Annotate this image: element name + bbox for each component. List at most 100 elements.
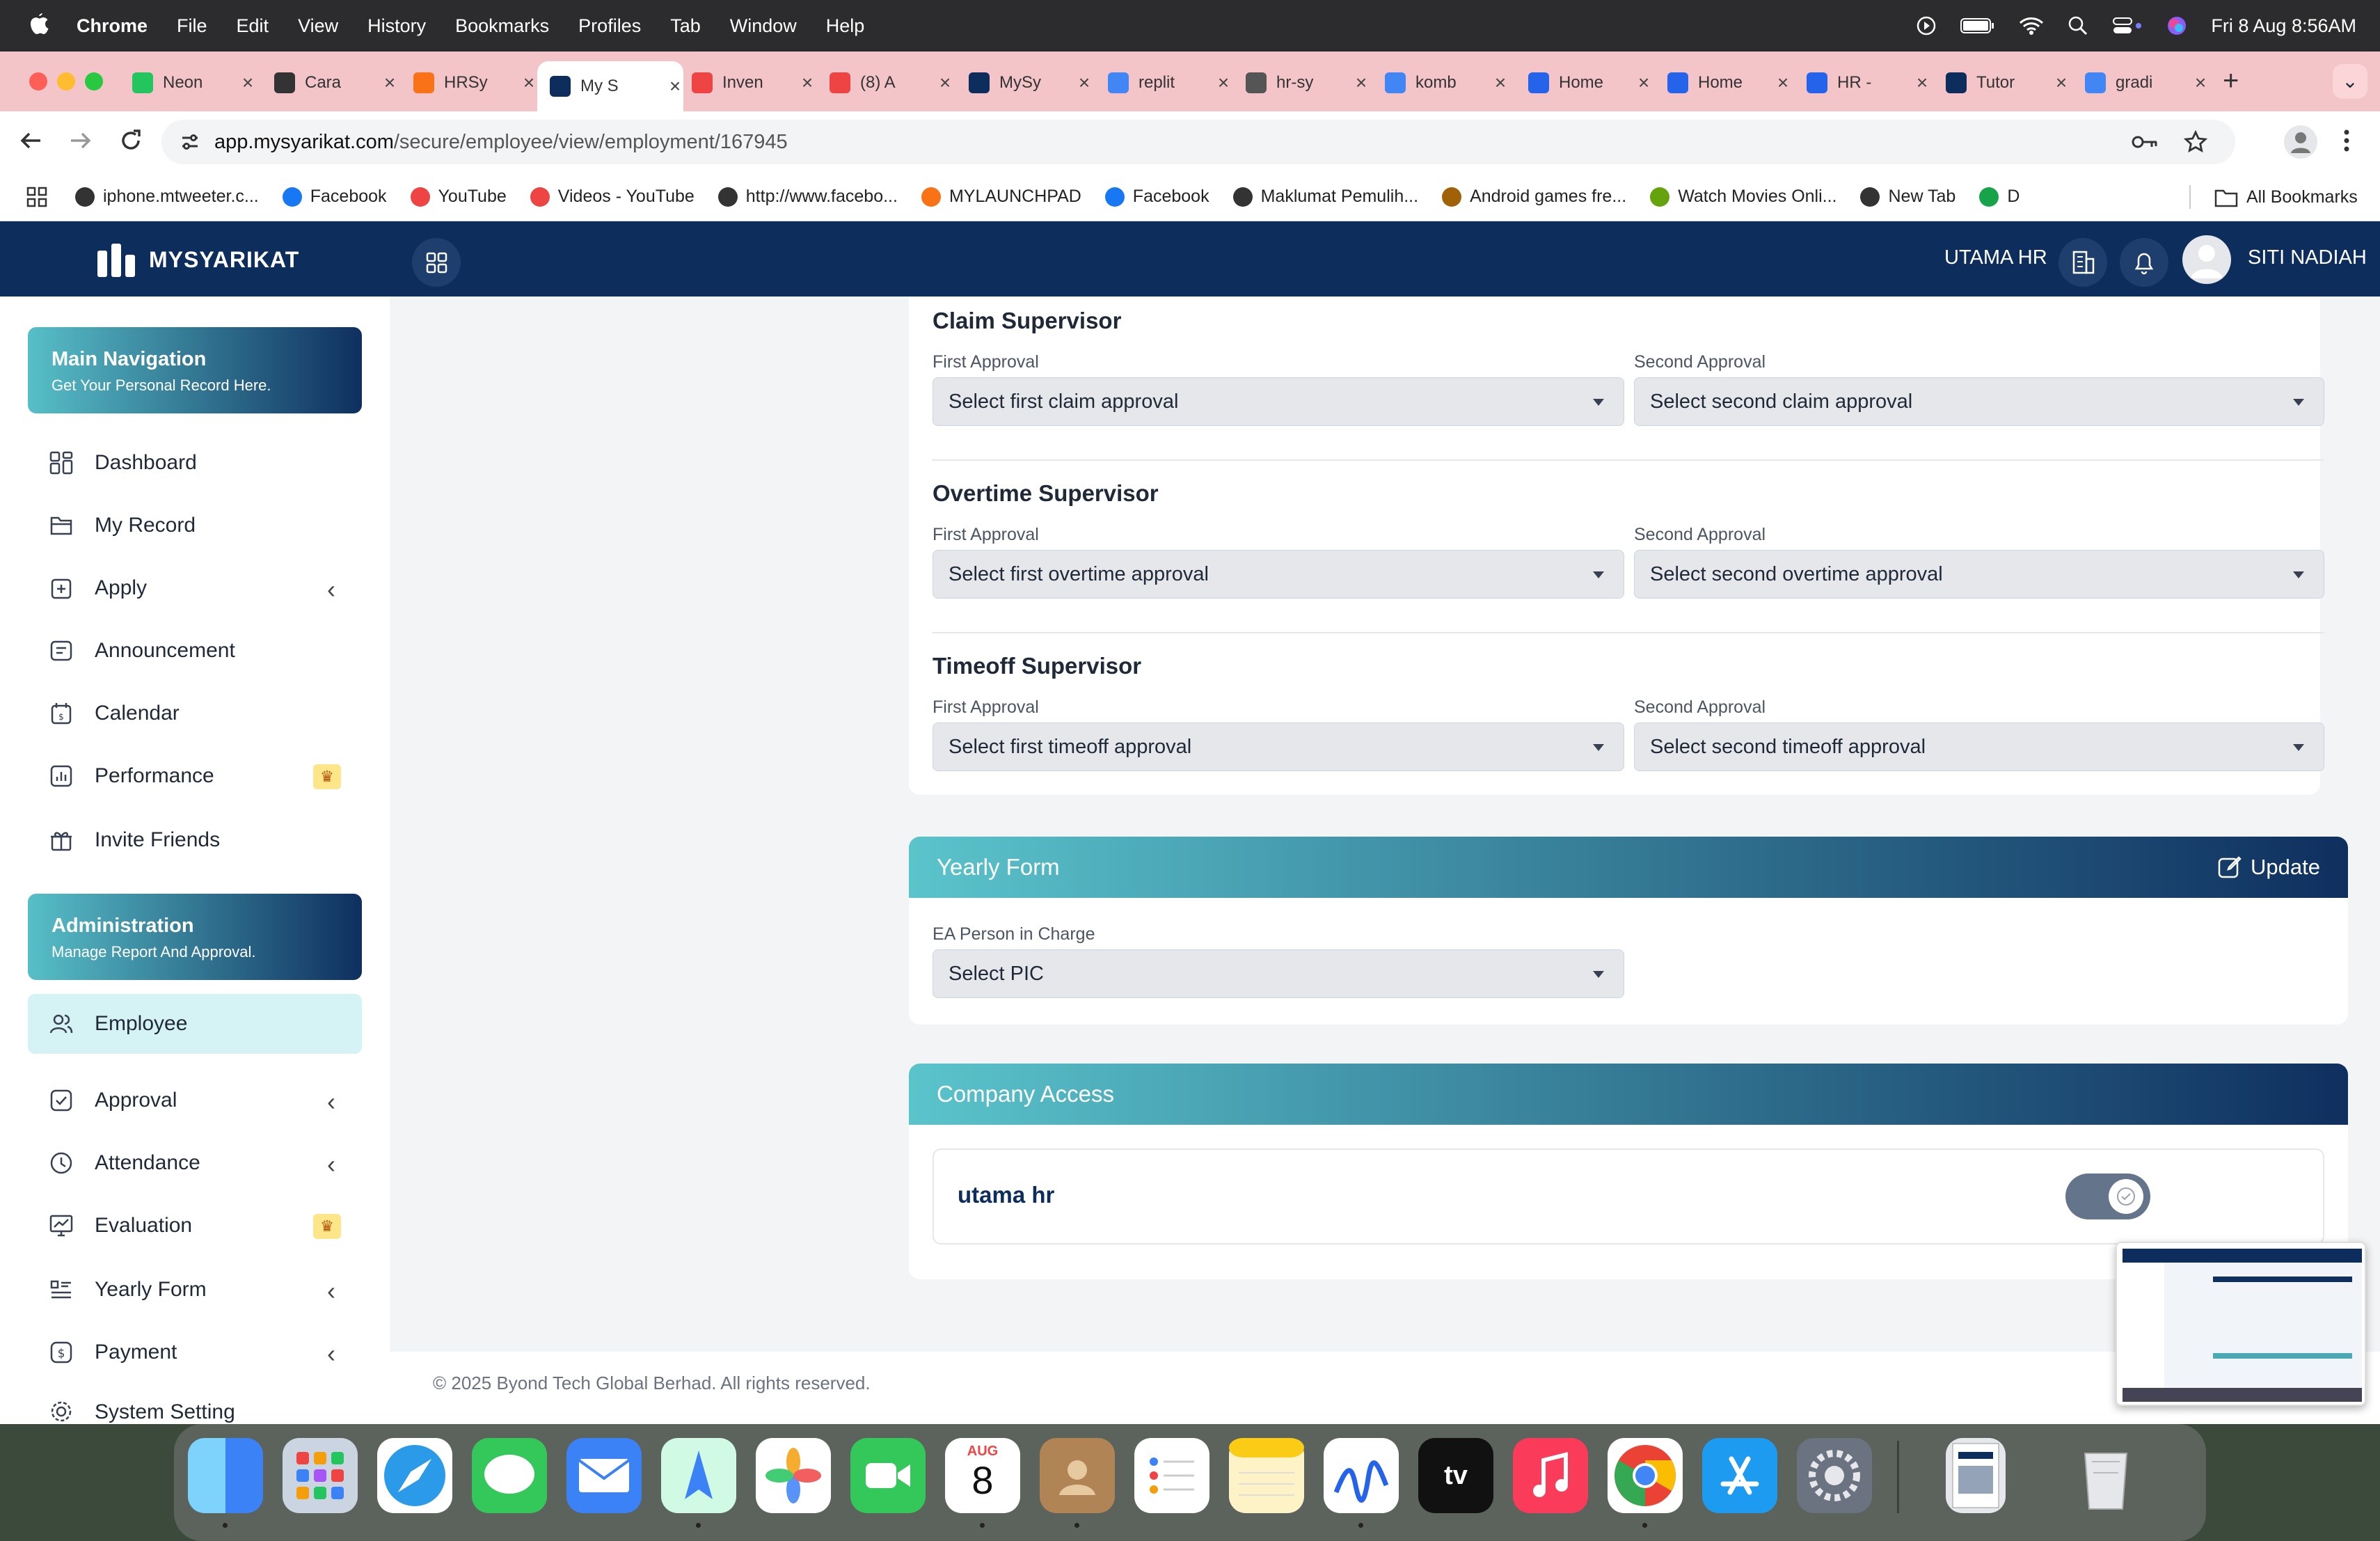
battery-icon[interactable] [1960,17,1995,35]
close-tab-icon[interactable]: × [239,72,256,94]
browser-tab[interactable]: Home × [1667,61,1791,104]
forward-icon[interactable] [67,127,95,155]
launchpad-icon[interactable] [283,1438,358,1513]
company-building-icon[interactable] [2058,238,2107,287]
document-stack-icon[interactable] [1946,1438,2006,1513]
timeoff-second-approval-select[interactable]: Select second timeoff approval [1634,722,2324,771]
siri-icon[interactable] [2166,15,2187,36]
close-tab-icon[interactable]: × [2053,72,2070,94]
claim-first-approval-select[interactable]: Select first claim approval [933,377,1624,426]
app-store-icon[interactable] [1702,1438,1777,1513]
bookmark-item[interactable]: Maklumat Pemulih... [1232,187,1418,207]
sidebar-item-payment[interactable]: $ Payment ‹ [28,1322,362,1382]
browser-tab[interactable]: My S × [537,61,683,111]
bookmark-star-icon[interactable] [2184,130,2207,154]
menu-history[interactable]: History [367,15,426,37]
messages-icon[interactable] [472,1438,547,1513]
chrome-icon[interactable] [1608,1438,1683,1513]
browser-tab[interactable]: hr-sy × [1246,61,1370,104]
menu-help[interactable]: Help [826,15,865,37]
close-tab-icon[interactable]: × [799,72,816,94]
browser-tab[interactable]: Home × [1528,61,1652,104]
menu-profiles[interactable]: Profiles [578,15,641,37]
bookmark-item[interactable]: iphone.mtweeter.c... [75,187,259,207]
browser-tab[interactable]: HR - × [1807,61,1930,104]
back-icon[interactable] [17,127,45,155]
close-tab-icon[interactable]: × [1215,72,1232,94]
sidebar-item-announcement[interactable]: Announcement [28,621,362,681]
music-icon[interactable] [1513,1438,1588,1513]
user-name[interactable]: SITI NADIAH [2248,246,2367,269]
browser-tab[interactable]: MySy × [969,61,1093,104]
sidebar-item-calendar[interactable]: $ Calendar [28,683,362,743]
bookmark-item[interactable]: Videos - YouTube [530,187,695,207]
site-info-icon[interactable] [180,132,200,152]
menu-view[interactable]: View [298,15,338,37]
photos-icon[interactable] [756,1438,831,1513]
sidebar-item-invite-friends[interactable]: Invite Friends [28,810,362,870]
app-switcher-icon[interactable] [412,238,461,287]
menubar-clock[interactable]: Fri 8 Aug 8:56AM [2211,15,2356,37]
close-tab-icon[interactable]: × [521,72,537,94]
company-name[interactable]: UTAMA HR [1944,246,2047,269]
mail-icon[interactable] [566,1438,642,1513]
sidebar-item-employee[interactable]: Employee [28,994,362,1054]
close-tab-icon[interactable]: × [667,75,683,97]
close-tab-icon[interactable]: × [1076,72,1093,94]
apple-tv-icon[interactable]: tv [1418,1438,1493,1513]
overtime-first-approval-select[interactable]: Select first overtime approval [933,550,1624,599]
close-tab-icon[interactable]: × [1635,72,1652,94]
browser-tab[interactable]: komb × [1385,61,1509,104]
ea-person-select[interactable]: Select PIC [933,949,1624,998]
menu-edit[interactable]: Edit [237,15,269,37]
tab-search-icon[interactable]: ⌄ [2333,64,2367,99]
close-tab-icon[interactable]: × [1775,72,1791,94]
freeform-icon[interactable] [1324,1438,1399,1513]
sidebar-item-apply[interactable]: Apply ‹ [28,558,362,618]
close-tab-icon[interactable]: × [2192,72,2209,94]
bookmark-item[interactable]: YouTube [410,187,507,207]
bookmark-item[interactable]: Android games fre... [1442,187,1626,207]
update-button[interactable]: Update [2217,854,2320,880]
profile-avatar-icon[interactable] [2284,125,2317,159]
reload-icon[interactable] [117,127,145,155]
browser-tab[interactable]: HRSy × [413,61,537,104]
close-tab-icon[interactable]: × [1492,72,1509,94]
facetime-icon[interactable] [850,1438,926,1513]
finder-icon[interactable] [188,1438,263,1513]
user-avatar[interactable] [2182,235,2231,284]
company-access-toggle[interactable] [2065,1173,2150,1219]
sidebar-item-system-setting[interactable]: System Setting [28,1382,362,1424]
bookmark-item[interactable]: http://www.facebo... [717,187,898,207]
browser-tab[interactable]: gradi × [2085,61,2209,104]
sidebar-item-evaluation[interactable]: Evaluation ♛ [28,1196,362,1256]
system-settings-icon[interactable] [1797,1438,1872,1513]
menu-app-name[interactable]: Chrome [77,15,148,37]
minimize-window-button[interactable] [57,72,75,90]
new-tab-icon[interactable]: + [2223,65,2239,97]
sidebar-item-yearly-form[interactable]: Yearly Form ‹ [28,1260,362,1320]
chrome-menu-icon[interactable] [2340,127,2354,155]
wifi-icon[interactable] [2019,16,2044,35]
password-key-icon[interactable] [2131,132,2159,152]
bookmark-item[interactable]: D [1979,187,2020,207]
omnibox[interactable]: app.mysyarikat.com/secure/employee/view/… [161,120,2235,164]
safari-icon[interactable] [377,1438,452,1513]
browser-tab[interactable]: Tutor × [1946,61,2070,104]
sidebar-item-approval[interactable]: Approval ‹ [28,1070,362,1130]
browser-tab[interactable]: Cara × [274,61,398,104]
browser-tab[interactable]: Neon × [132,61,256,104]
calendar-app-icon[interactable]: AUG 8 [945,1438,1020,1513]
sidebar-item-attendance[interactable]: Attendance ‹ [28,1133,362,1193]
browser-tab[interactable]: Inven × [692,61,816,104]
bookmark-item[interactable]: New Tab [1860,187,1955,207]
menu-tab[interactable]: Tab [670,15,701,37]
timeoff-first-approval-select[interactable]: Select first timeoff approval [933,722,1624,771]
play-icon[interactable] [1916,15,1937,36]
bookmark-item[interactable]: Watch Movies Onli... [1650,187,1836,207]
menu-bookmarks[interactable]: Bookmarks [455,15,549,37]
spotlight-icon[interactable] [2068,15,2088,36]
notification-bell-icon[interactable] [2120,238,2168,287]
trash-icon[interactable] [2068,1438,2143,1513]
notes-icon[interactable] [1229,1438,1304,1513]
